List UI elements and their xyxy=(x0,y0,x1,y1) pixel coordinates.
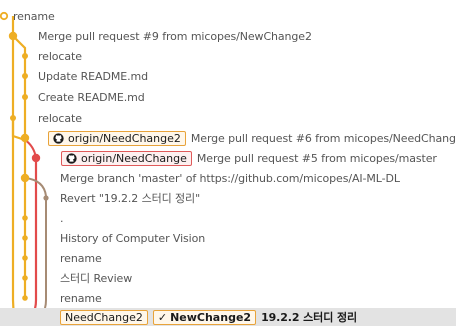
commit-message: History of Computer Vision xyxy=(60,231,206,245)
commit-message: rename xyxy=(60,291,102,305)
github-icon xyxy=(66,152,77,164)
commit-row[interactable]: relocate xyxy=(0,46,456,66)
local-branch-label: NeedChange2 xyxy=(65,310,143,324)
commit-message: . xyxy=(60,211,64,225)
commit-row[interactable]: Merge pull request #9 from micopes/NewCh… xyxy=(0,26,456,46)
checkmark-icon: ✓ xyxy=(157,310,168,324)
commit-row[interactable]: origin/NeedChange Merge pull request #5 … xyxy=(0,148,456,168)
commit-row[interactable]: rename xyxy=(0,248,456,268)
remote-branch-badge[interactable]: origin/NeedChange xyxy=(61,150,192,166)
commit-message: Merge pull request #9 from micopes/NewCh… xyxy=(38,29,312,43)
commit-row[interactable]: . xyxy=(0,208,456,228)
local-branch-badge[interactable]: NeedChange2 xyxy=(60,309,148,325)
commit-message: Merge pull request #6 from micopes/NeedC… xyxy=(190,131,456,145)
commit-row[interactable]: relocate xyxy=(0,108,456,128)
commit-message: rename xyxy=(13,9,55,23)
commit-row[interactable]: Revert "19.2.2 스터디 정리" xyxy=(0,188,456,208)
commit-row[interactable]: rename xyxy=(0,6,456,26)
commit-message: relocate xyxy=(38,49,82,63)
remote-branch-label: origin/NeedChange2 xyxy=(68,131,181,145)
remote-branch-badge[interactable]: origin/NeedChange2 xyxy=(48,130,186,146)
commit-message: 19.2.2 스터디 정리 xyxy=(261,311,357,324)
commit-message: rename xyxy=(60,251,102,265)
commit-row[interactable]: 스터디 Review xyxy=(0,268,456,288)
commit-row[interactable]: History of Computer Vision xyxy=(0,228,456,248)
commit-row[interactable]: Update README.md xyxy=(0,66,456,86)
commit-message: Revert "19.2.2 스터디 정리" xyxy=(60,192,201,205)
commit-message: Merge pull request #5 from micopes/maste… xyxy=(196,151,437,165)
commit-message: Merge branch 'master' of https://github.… xyxy=(60,171,400,185)
head-branch-label: NewChange2 xyxy=(170,310,252,324)
commit-row[interactable]: rename xyxy=(0,288,456,308)
commit-message: Update README.md xyxy=(38,69,148,83)
github-icon xyxy=(53,132,64,144)
commit-row-selected[interactable]: NeedChange2 ✓ NewChange2 19.2.2 스터디 정리 xyxy=(0,308,456,326)
remote-branch-label: origin/NeedChange xyxy=(81,151,187,165)
commit-row[interactable]: Merge branch 'master' of https://github.… xyxy=(0,168,456,188)
commit-row[interactable]: Create README.md xyxy=(0,87,456,107)
commit-row[interactable]: origin/NeedChange2 Merge pull request #6… xyxy=(0,128,456,148)
commit-message: relocate xyxy=(38,111,82,125)
head-branch-badge[interactable]: ✓ NewChange2 xyxy=(152,309,257,325)
commit-message: 스터디 Review xyxy=(60,272,133,285)
commit-message: Create README.md xyxy=(38,90,145,104)
